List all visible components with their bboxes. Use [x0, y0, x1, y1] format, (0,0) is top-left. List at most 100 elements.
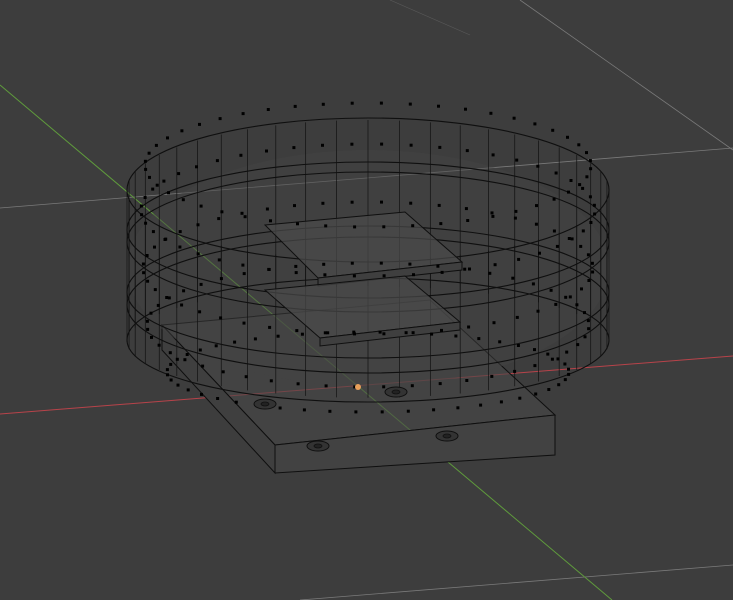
vertex-dot [322, 262, 326, 266]
vertex-dot [253, 337, 257, 341]
vertex-dot [515, 315, 519, 319]
vertex-dot [440, 270, 444, 274]
vertex-dot [554, 171, 558, 175]
vertex-dot [546, 352, 550, 356]
vertex-dot [169, 378, 173, 382]
vertex-dot [234, 400, 238, 404]
vertex-dot [167, 191, 170, 195]
vertex-dot [588, 159, 592, 163]
vertex-dot [352, 330, 356, 334]
vertex-dot [352, 274, 356, 278]
vertex-dot [513, 216, 517, 220]
vertex-dot [178, 230, 182, 234]
vertex-dot [408, 102, 412, 106]
vertex-dot [293, 104, 297, 108]
vertex-dot [265, 207, 269, 211]
vertex-dot [514, 209, 518, 213]
grid-line [519, 0, 733, 151]
vertex-dot [169, 362, 173, 366]
vertex-dot [581, 229, 585, 233]
vertex-dot [167, 296, 171, 300]
vertex-dot [464, 107, 467, 111]
vertex-dot [144, 221, 148, 225]
vertex-dot [380, 142, 384, 146]
vertex-dot [555, 244, 559, 248]
vertex-dot [406, 409, 410, 413]
vertex-dot [242, 321, 246, 325]
vertex-dot [577, 143, 581, 147]
vertex-dot [143, 159, 147, 163]
vertex-dot [300, 332, 304, 336]
vertex-dot [380, 200, 383, 204]
vertex-dot [589, 167, 593, 171]
vertex-dot [438, 382, 442, 386]
vertex-dot [216, 397, 220, 400]
vertex-dot [552, 197, 556, 201]
vertex-dot [278, 406, 282, 410]
vertex-dot [157, 343, 161, 347]
vertex-dot [409, 201, 413, 205]
vertex-dot [533, 348, 536, 352]
vertex-dot [350, 200, 354, 204]
3d-viewport[interactable] [0, 0, 733, 600]
vertex-dot [154, 143, 158, 147]
vertex-dot [549, 288, 553, 292]
vertex-dot [180, 303, 184, 307]
vertex-dot [175, 357, 179, 361]
vertex-dot [218, 117, 222, 121]
vertex-dot [516, 344, 520, 347]
vertex-dot [536, 309, 540, 313]
vertex-dot [382, 225, 386, 229]
vertex-dot [552, 229, 556, 233]
vertex-dot [440, 328, 443, 332]
grid-line [389, 0, 471, 36]
vertex-dot [294, 271, 298, 275]
vertex-dot [587, 327, 591, 331]
vertex-dot [565, 350, 569, 354]
vertex-dot [199, 204, 203, 208]
vertex-dot [566, 135, 569, 139]
vertex-dot [593, 212, 597, 216]
screw-slot [391, 389, 401, 395]
screw-icon [253, 398, 277, 410]
vertex-dot [533, 364, 537, 368]
vertex-dot [296, 222, 299, 226]
vertex-dot [465, 149, 469, 153]
vertex-dot [326, 331, 330, 335]
vertex-dot [267, 268, 271, 271]
vertex-dot [538, 251, 541, 255]
vertex-dot [513, 369, 517, 373]
vertex-dot [242, 272, 246, 276]
vertex-dot [547, 388, 551, 391]
vertex-dot [142, 271, 146, 275]
vertex-dot [201, 364, 205, 368]
viewport-canvas[interactable] [0, 0, 733, 600]
vertex-dot [323, 273, 327, 277]
vertex-dot [567, 237, 571, 240]
vertex-dot [219, 277, 223, 281]
vertex-dot [293, 204, 296, 208]
vertex-dot [239, 153, 243, 157]
vertex-dot [536, 164, 540, 168]
vertex-dot [354, 410, 358, 414]
screw-slot [442, 433, 452, 439]
screw-slot [313, 443, 323, 449]
vertex-dot [580, 287, 583, 291]
vertex-dot [511, 276, 515, 280]
vertex-dot [183, 358, 187, 362]
vertex-dot [437, 104, 440, 108]
vertex-dot [196, 252, 200, 256]
vertex-dot [199, 282, 203, 286]
vertex-dot [581, 186, 585, 190]
vertex-dot [166, 136, 169, 140]
vertex-dot [499, 400, 503, 404]
vertex-dot [550, 357, 554, 361]
object-origin-dot [355, 384, 361, 390]
vertex-dot [144, 167, 148, 171]
vertex-dot [276, 334, 280, 338]
screw-icon [435, 430, 459, 442]
vertex-dot [411, 331, 415, 335]
vertex-dot [143, 196, 147, 199]
vertex-dot [534, 392, 538, 396]
vertex-dot [153, 245, 156, 249]
